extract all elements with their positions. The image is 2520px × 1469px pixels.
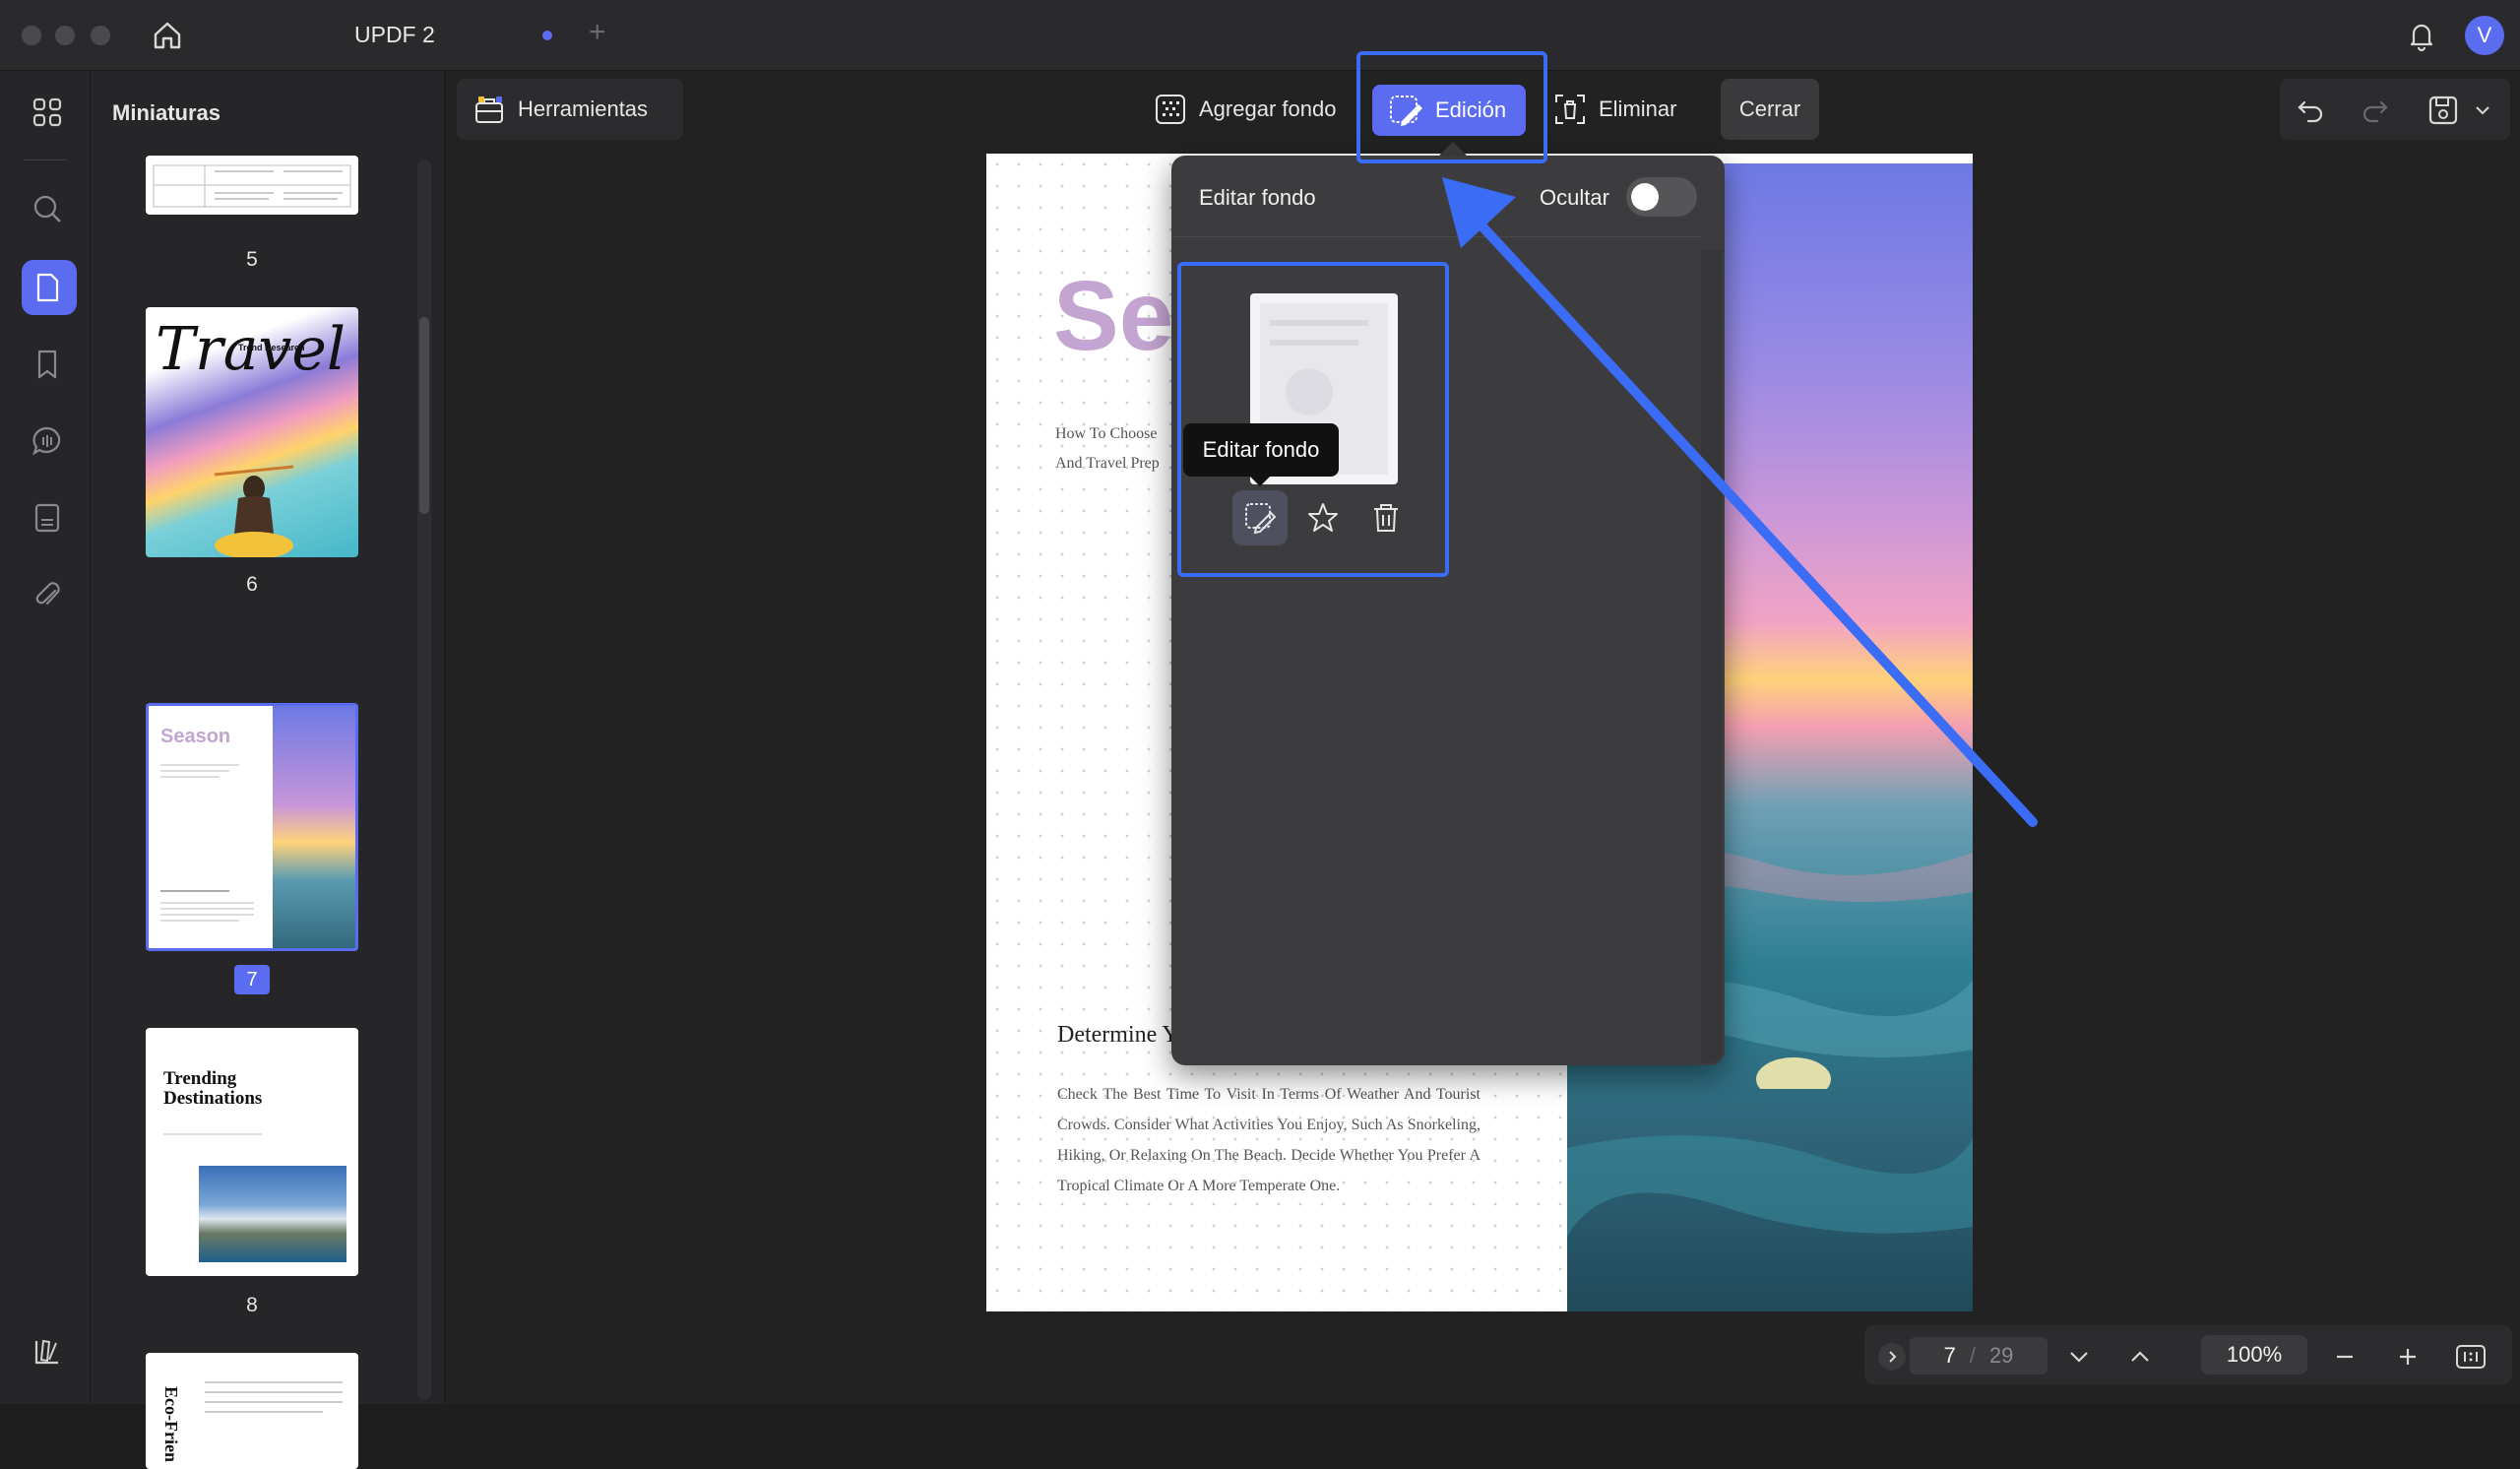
zoom-window-button[interactable] xyxy=(91,26,110,45)
add-background-label: Agregar fondo xyxy=(1199,96,1337,121)
search-icon[interactable] xyxy=(30,191,65,226)
page-separator: / xyxy=(1969,1343,1976,1368)
actual-size-icon[interactable] xyxy=(2453,1339,2488,1374)
document-subtitle: How To Choose And Travel Prep xyxy=(1055,425,1160,472)
close-window-button[interactable] xyxy=(22,26,41,45)
background-pattern-icon xyxy=(1154,93,1187,126)
popover-title: Editar fondo xyxy=(1199,185,1316,210)
thumbnail-label: 6 xyxy=(246,573,258,596)
close-background-label: Cerrar xyxy=(1738,96,1801,121)
unsaved-dot-icon xyxy=(542,31,552,40)
thumbnail-scrollbar-thumb[interactable] xyxy=(419,317,429,514)
zoom-out-icon[interactable] xyxy=(2329,1341,2361,1373)
page-number-field[interactable]: 7 / 29 xyxy=(1910,1337,2048,1374)
tab-title[interactable]: UPDF 2 xyxy=(354,22,435,48)
save-icon[interactable] xyxy=(2426,93,2461,128)
thumbnail-cover-title: Trending Destinations xyxy=(163,1068,263,1109)
redo-icon[interactable] xyxy=(2357,93,2392,128)
bell-icon[interactable] xyxy=(2404,18,2439,53)
library-icon[interactable] xyxy=(30,1333,65,1369)
zoom-in-icon[interactable] xyxy=(2392,1341,2424,1373)
add-background-button[interactable]: Agregar fondo xyxy=(1140,79,1351,140)
new-tab-button[interactable]: + xyxy=(589,16,606,49)
pages-icon[interactable] xyxy=(30,270,65,305)
total-pages: 29 xyxy=(1988,1343,2014,1368)
annotation-highlight-template xyxy=(1177,262,1449,577)
thumbnail-page-5[interactable] xyxy=(146,156,358,215)
chevron-right-icon[interactable] xyxy=(1878,1343,1906,1371)
attachment-icon[interactable] xyxy=(30,577,65,612)
annotation-arrow xyxy=(1442,177,2038,827)
undo-icon[interactable] xyxy=(2294,93,2329,128)
remove-background-label: Eliminar xyxy=(1599,96,1677,121)
next-page-icon[interactable] xyxy=(2063,1341,2095,1373)
thumbnail-page-7[interactable]: Season xyxy=(146,703,358,951)
form-icon[interactable] xyxy=(30,500,65,536)
close-background-button[interactable]: Cerrar xyxy=(1721,79,1819,140)
panel-title: Miniaturas xyxy=(112,100,221,125)
home-icon[interactable] xyxy=(150,18,185,53)
zoom-level[interactable]: 100% xyxy=(2201,1335,2307,1374)
tools-button-label: Herramientas xyxy=(518,96,649,121)
chevron-down-icon[interactable] xyxy=(2471,98,2494,122)
tools-button[interactable]: Herramientas xyxy=(457,79,683,140)
grid-icon[interactable] xyxy=(30,95,65,130)
annotation-highlight-edit xyxy=(1356,51,1547,163)
thumbnail-label: 5 xyxy=(246,248,258,271)
bookmark-icon[interactable] xyxy=(30,347,65,382)
thumbnail-panel: Miniaturas 5 Travel Trend Research 6 Sea… xyxy=(91,71,445,1469)
document-heading: Determine Y xyxy=(1057,1022,1179,1048)
comment-icon[interactable] xyxy=(30,423,65,459)
thumbnail-cover-subtitle: Trend Research xyxy=(238,343,305,352)
minimize-window-button[interactable] xyxy=(55,26,75,45)
thumbnail-page-9[interactable]: Eco-Frien xyxy=(146,1353,358,1469)
thumbnail-label-active: 7 xyxy=(234,965,270,994)
thumbnail-cover-title: Season xyxy=(160,726,231,747)
avatar[interactable]: V xyxy=(2465,16,2504,55)
document-body: Check The Best Time To Visit In Terms Of… xyxy=(1057,1086,1480,1194)
document-title: Se xyxy=(1053,261,1174,371)
left-rail xyxy=(0,71,91,1404)
current-page[interactable]: 7 xyxy=(1944,1343,1956,1369)
toolbox-icon xyxy=(472,93,506,126)
remove-background-button[interactable]: Eliminar xyxy=(1547,79,1695,140)
previous-page-icon[interactable] xyxy=(2124,1341,2156,1373)
remove-frame-icon xyxy=(1553,93,1587,126)
app-window: UPDF 2 + V Miniaturas 5 Travel Trend Res… xyxy=(0,0,2520,1469)
thumbnail-cover-title: Eco-Frien xyxy=(161,1386,181,1462)
thumbnail-label: 8 xyxy=(246,1294,258,1316)
title-bar: UPDF 2 + V xyxy=(0,0,2520,71)
thumbnail-page-6[interactable]: Travel Trend Research xyxy=(146,307,358,557)
thumbnail-page-8[interactable]: Trending Destinations xyxy=(146,1028,358,1276)
